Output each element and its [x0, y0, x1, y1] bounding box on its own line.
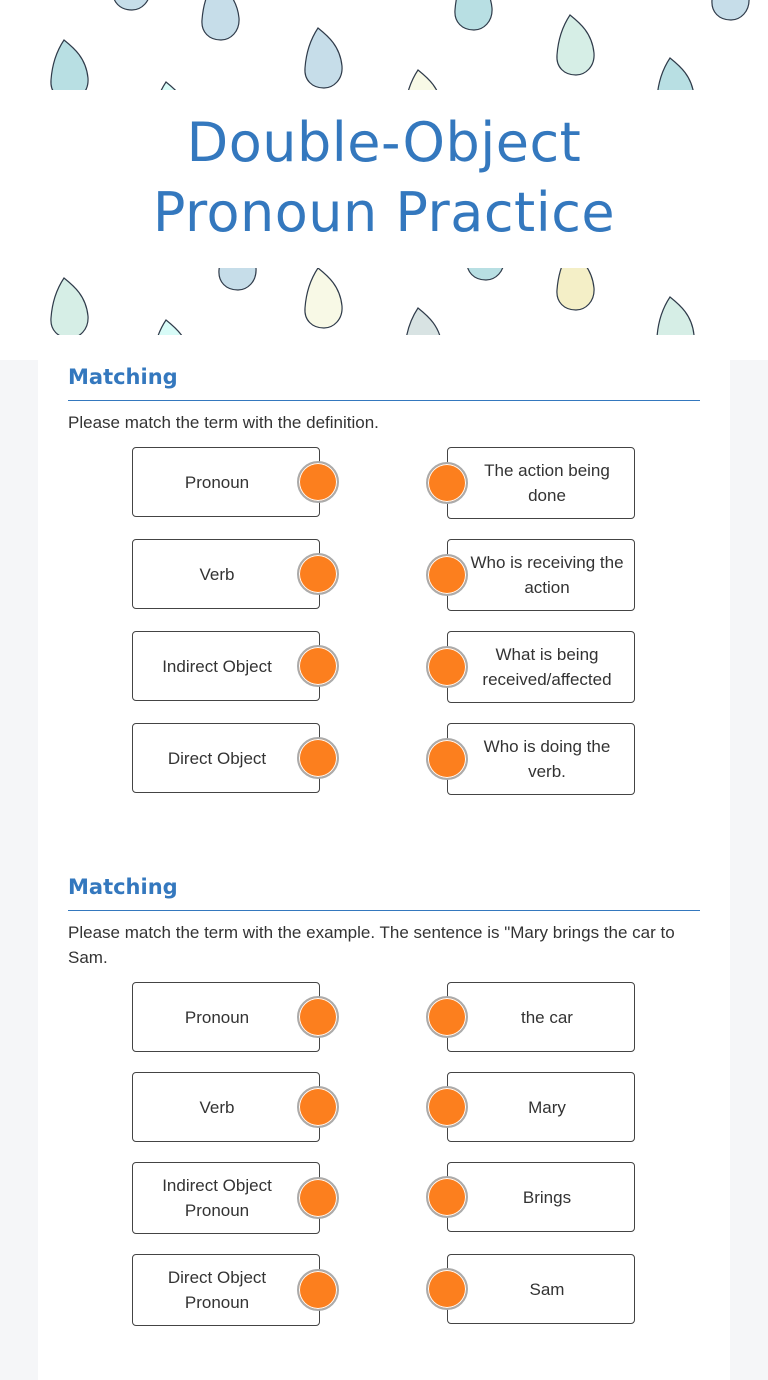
match-term-label: Indirect Object: [162, 656, 272, 676]
match-term-box[interactable]: Verb: [132, 539, 320, 609]
connector-handle-right[interactable]: [426, 462, 468, 504]
section-divider: [68, 400, 700, 401]
connector-handle-right[interactable]: [426, 738, 468, 780]
match-term-box[interactable]: Indirect Object: [132, 631, 320, 701]
match-example-box[interactable]: Brings: [447, 1162, 635, 1232]
connector-handle-right[interactable]: [426, 1086, 468, 1128]
match-term-box[interactable]: Direct Object: [132, 723, 320, 793]
match-example-label: the car: [521, 1007, 573, 1027]
header-spacer: [0, 335, 768, 360]
connector-handle-right[interactable]: [426, 1268, 468, 1310]
title-line-1: Double-Object: [186, 111, 582, 174]
matching-section-1: Matching Please match the term with the …: [68, 360, 700, 435]
section-instructions: Please match the term with the definitio…: [68, 413, 379, 432]
match-term-label: Verb: [199, 564, 235, 584]
match-definition-box[interactable]: The action being done: [447, 447, 635, 519]
connector-handle-left[interactable]: [297, 1086, 339, 1128]
match-example-box[interactable]: the car: [447, 982, 635, 1052]
worksheet-card: Matching Please match the term with the …: [38, 360, 730, 1380]
connector-handle-left[interactable]: [297, 553, 339, 595]
section-title: Matching: [68, 875, 178, 899]
connector-handle-left[interactable]: [297, 461, 339, 503]
match-term-box[interactable]: Verb: [132, 1072, 320, 1142]
match-definition-label: What is being received/affected: [482, 645, 612, 689]
match-term-box[interactable]: Pronoun: [132, 447, 320, 517]
match-example-label: Brings: [522, 1187, 572, 1207]
match-definition-label: Who is receiving the action: [470, 553, 624, 597]
section-title: Matching: [68, 365, 178, 389]
match-term-box[interactable]: Indirect Object Pronoun: [132, 1162, 320, 1234]
match-term-label: Direct Object Pronoun: [167, 1268, 267, 1312]
connector-handle-left[interactable]: [297, 1269, 339, 1311]
connector-handle-right[interactable]: [426, 646, 468, 688]
match-example-box[interactable]: Sam: [447, 1254, 635, 1324]
match-definition-box[interactable]: Who is doing the verb.: [447, 723, 635, 795]
section-instructions: Please match the term with the example. …: [68, 923, 675, 967]
match-example-label: Sam: [529, 1279, 565, 1299]
match-example-box[interactable]: Mary: [447, 1072, 635, 1142]
matching-section-2: Matching Please match the term with the …: [68, 870, 700, 970]
connector-handle-left[interactable]: [297, 737, 339, 779]
match-definition-label: The action being done: [484, 461, 610, 505]
match-definition-box[interactable]: What is being received/affected: [447, 631, 635, 703]
page-title: Double-Object Pronoun Practice: [0, 108, 768, 248]
title-line-2: Pronoun Practice: [152, 181, 616, 244]
connector-handle-left[interactable]: [297, 1177, 339, 1219]
section-divider: [68, 910, 700, 911]
connector-handle-right[interactable]: [426, 554, 468, 596]
match-example-label: Mary: [528, 1097, 566, 1117]
match-definition-label: Who is doing the verb.: [483, 737, 611, 781]
match-definition-box[interactable]: Who is receiving the action: [447, 539, 635, 611]
match-term-label: Verb: [199, 1097, 235, 1117]
match-term-box[interactable]: Direct Object Pronoun: [132, 1254, 320, 1326]
connector-handle-right[interactable]: [426, 996, 468, 1038]
connector-handle-left[interactable]: [297, 645, 339, 687]
match-term-label: Direct Object: [167, 748, 267, 768]
connector-handle-left[interactable]: [297, 996, 339, 1038]
worksheet-header: Double-Object Pronoun Practice: [0, 0, 768, 335]
match-term-box[interactable]: Pronoun: [132, 982, 320, 1052]
match-term-label: Pronoun: [184, 1007, 250, 1027]
match-term-label: Pronoun: [184, 472, 250, 492]
match-term-label: Indirect Object Pronoun: [162, 1176, 272, 1220]
connector-handle-right[interactable]: [426, 1176, 468, 1218]
